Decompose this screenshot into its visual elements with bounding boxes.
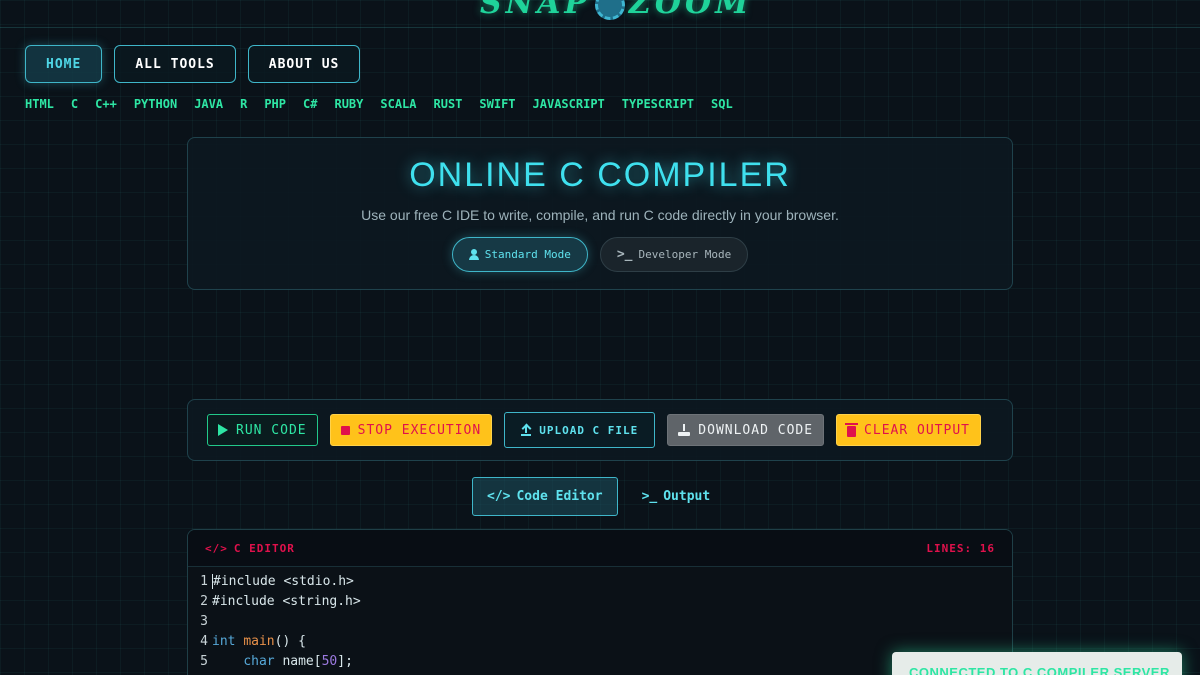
lang-link-scala[interactable]: SCALA (380, 97, 416, 111)
developer-mode-label: Developer Mode (638, 248, 732, 261)
lang-link-sql[interactable]: SQL (711, 97, 733, 111)
logo-strip: SNAP ZOOM (0, 0, 1200, 28)
code-mid: name[ (274, 653, 322, 669)
download-icon (678, 424, 691, 436)
lang-link-ruby[interactable]: RUBY (334, 97, 363, 111)
logo-text-right: ZOOM (628, 0, 753, 21)
run-code-button[interactable]: RUN CODE (207, 414, 318, 446)
stop-execution-button[interactable]: STOP EXECUTION (329, 414, 493, 446)
lang-link-cpp[interactable]: C++ (95, 97, 117, 111)
trash-icon (845, 422, 859, 437)
logo-text-left: SNAP (480, 0, 591, 21)
lang-link-csharp[interactable]: C# (303, 97, 317, 111)
lang-link-java[interactable]: JAVA (194, 97, 223, 111)
line-number: 3 (200, 613, 208, 629)
lang-link-javascript[interactable]: JAVASCRIPT (533, 97, 605, 111)
user-icon (468, 249, 479, 260)
lang-link-c[interactable]: C (71, 97, 78, 111)
code-area[interactable]: 1 #include <stdio.h> 2 #include <string.… (188, 567, 1012, 671)
clear-output-label: CLEAR OUTPUT (864, 422, 970, 438)
code-text: #include <string.h> (212, 593, 361, 609)
line-count: LINES: 16 (926, 541, 995, 555)
nav-about-us-button[interactable]: ABOUT US (247, 45, 361, 83)
nav-home-button[interactable]: HOME (25, 45, 103, 83)
action-toolbar: RUN CODE STOP EXECUTION UPLOAD C FILE DO… (187, 399, 1013, 461)
stop-execution-label: STOP EXECUTION (357, 422, 482, 438)
download-code-label: DOWNLOAD CODE (698, 422, 814, 438)
lang-link-r[interactable]: R (240, 97, 247, 111)
language-links: HTML C C++ PYTHON JAVA R PHP C# RUBY SCA… (25, 97, 733, 111)
line-number: 1 (200, 573, 208, 589)
terminal-icon: >_ (616, 247, 633, 262)
code-rest: () { (274, 633, 306, 649)
standard-mode-button[interactable]: Standard Mode (451, 237, 588, 272)
upload-file-button[interactable]: UPLOAD C FILE (504, 412, 656, 448)
code-function: main (243, 633, 275, 649)
page-subtitle: Use our free C IDE to write, compile, an… (361, 207, 839, 223)
lang-link-php[interactable]: PHP (264, 97, 286, 111)
code-text: #include <stdio.h> (212, 573, 354, 589)
editor-title-label: C EDITOR (233, 541, 295, 555)
code-editor-panel: </> C EDITOR LINES: 16 1 #include <stdio… (187, 529, 1013, 675)
code-line: 2 #include <string.h> (188, 591, 1012, 611)
nav-all-tools-button[interactable]: ALL TOOLS (114, 45, 236, 83)
tab-output[interactable]: >_ Output (628, 477, 725, 516)
code-text: int main() { (212, 634, 306, 649)
code-end: ]; (337, 653, 353, 669)
clear-output-button[interactable]: CLEAR OUTPUT (836, 414, 981, 446)
hero-panel: ONLINE C COMPILER Use our free C IDE to … (187, 137, 1013, 290)
code-line: 3 (188, 611, 1012, 631)
code-text: char name[50]; (212, 654, 353, 669)
tab-code-editor-label: Code Editor (516, 489, 603, 504)
code-keyword: char (243, 653, 275, 669)
tab-code-editor[interactable]: </> Code Editor (472, 477, 618, 516)
developer-mode-button[interactable]: >_ Developer Mode (599, 237, 749, 272)
terminal-icon: >_ (641, 489, 658, 504)
lang-link-python[interactable]: PYTHON (134, 97, 177, 111)
code-line: 4 int main() { (188, 631, 1012, 651)
line-number: 2 (200, 593, 208, 609)
line-number: 4 (200, 633, 208, 649)
site-logo[interactable]: SNAP ZOOM (480, 0, 752, 21)
main-nav: HOME ALL TOOLS ABOUT US (25, 45, 361, 83)
code-line: 1 #include <stdio.h> (188, 571, 1012, 591)
lang-link-html[interactable]: HTML (25, 97, 54, 111)
tab-output-label: Output (663, 489, 711, 504)
gear-icon (594, 0, 625, 20)
stop-icon (340, 425, 350, 435)
code-number: 50 (321, 653, 338, 669)
editor-header: </> C EDITOR LINES: 16 (188, 530, 1012, 567)
upload-file-label: UPLOAD C FILE (539, 423, 639, 437)
lang-link-typescript[interactable]: TYPESCRIPT (622, 97, 694, 111)
code-line: 5 char name[50]; (188, 651, 1012, 671)
play-icon (218, 424, 228, 436)
lang-link-swift[interactable]: SWIFT (479, 97, 515, 111)
run-code-label: RUN CODE (236, 422, 307, 438)
view-tabs: </> Code Editor >_ Output (472, 477, 724, 516)
standard-mode-label: Standard Mode (484, 248, 571, 261)
upload-icon (521, 425, 532, 436)
mode-switch: Standard Mode >_ Developer Mode (188, 237, 1012, 272)
download-code-button[interactable]: DOWNLOAD CODE (667, 414, 825, 446)
editor-title: </> C EDITOR (205, 542, 295, 555)
code-icon: </> (487, 489, 511, 504)
line-number: 5 (200, 653, 208, 669)
code-keyword: int (212, 633, 236, 649)
connection-toast: CONNECTED TO C COMPILER SERVER (892, 652, 1182, 675)
page-title: ONLINE C COMPILER (409, 156, 791, 194)
lang-link-rust[interactable]: RUST (434, 97, 463, 111)
code-icon: </> (205, 541, 228, 555)
